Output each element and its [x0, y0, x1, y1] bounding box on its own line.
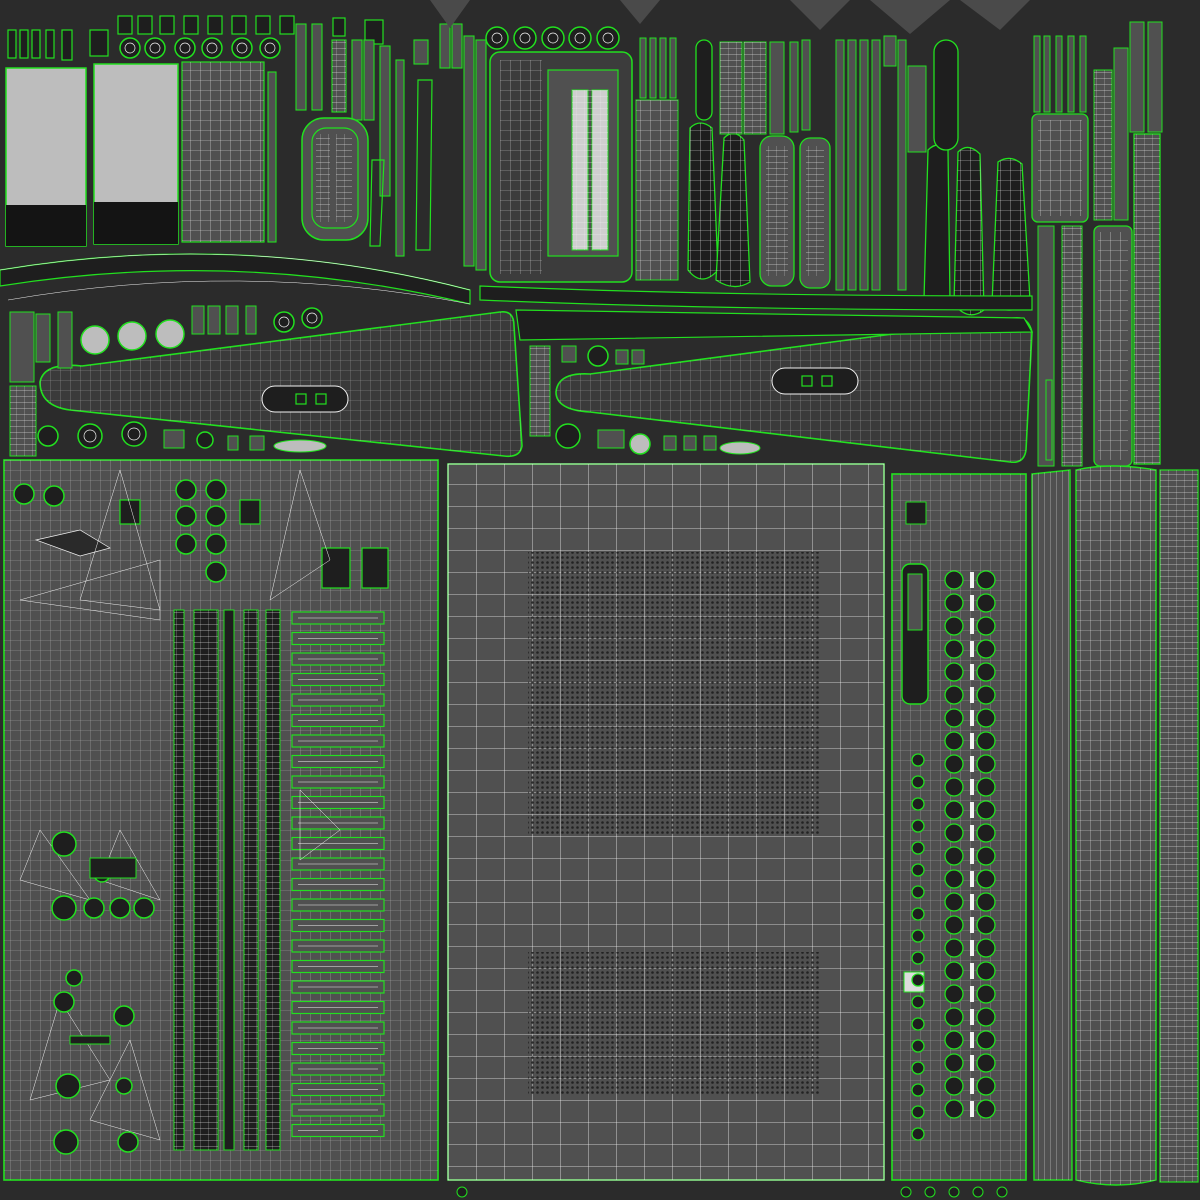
- knob-dot: [976, 823, 996, 843]
- knob-dot: [976, 846, 996, 866]
- knob-slot: [970, 595, 974, 611]
- knob-dot: [976, 593, 996, 613]
- knob-dot: [976, 800, 996, 820]
- knob-slot: [970, 687, 974, 703]
- knob-dot: [976, 662, 996, 682]
- knob-dot: [976, 869, 996, 889]
- knob-dot: [944, 938, 964, 958]
- knob-slot: [970, 756, 974, 772]
- small-knob-dot: [911, 973, 925, 987]
- knob-dot: [976, 1007, 996, 1027]
- knob-dot: [944, 708, 964, 728]
- knob-slot: [970, 871, 974, 887]
- knob-dot: [976, 984, 996, 1004]
- center-grille-panel: [447, 463, 885, 1181]
- uv-layout-canvas: [0, 0, 1200, 1200]
- knob-dot: [944, 869, 964, 889]
- small-knob-dot: [911, 841, 925, 855]
- knob-slot: [970, 894, 974, 910]
- knob-dot: [976, 685, 996, 705]
- knob-dot: [976, 892, 996, 912]
- knob-slot: [970, 940, 974, 956]
- knob-dot: [944, 685, 964, 705]
- grille-dots-lower: [528, 952, 820, 1096]
- knob-dot: [976, 1030, 996, 1050]
- knob-dot: [976, 1053, 996, 1073]
- knob-slot: [970, 963, 974, 979]
- knob-dot: [944, 915, 964, 935]
- knob-dot: [944, 984, 964, 1004]
- right-handle-slot: [771, 367, 859, 395]
- knob-slot: [970, 825, 974, 841]
- small-knob-dot: [911, 1083, 925, 1097]
- knob-slot: [970, 779, 974, 795]
- small-knob-dot: [911, 1039, 925, 1053]
- small-knob-dot: [911, 951, 925, 965]
- small-knob-dot: [911, 863, 925, 877]
- knob-dot: [976, 570, 996, 590]
- small-knob-dot: [911, 753, 925, 767]
- small-knob-dot: [911, 1105, 925, 1119]
- knob-slot: [970, 1009, 974, 1025]
- knob-dot: [976, 616, 996, 636]
- knob-dot: [944, 1030, 964, 1050]
- knob-slot: [970, 917, 974, 933]
- small-knob-dot: [911, 1127, 925, 1141]
- small-knob-dot: [911, 907, 925, 921]
- knob-dot: [944, 961, 964, 981]
- small-knob-dot: [911, 929, 925, 943]
- knob-dot: [944, 892, 964, 912]
- knob-dot: [944, 616, 964, 636]
- knob-dot: [976, 915, 996, 935]
- grille-dots-upper: [528, 552, 820, 836]
- knob-dot: [976, 639, 996, 659]
- knob-slot: [970, 618, 974, 634]
- knob-dot: [944, 777, 964, 797]
- knob-dot: [944, 570, 964, 590]
- knob-dot: [944, 800, 964, 820]
- knob-dot: [944, 1053, 964, 1073]
- knob-slot: [970, 710, 974, 726]
- knob-slot: [970, 1101, 974, 1117]
- knob-dot: [976, 938, 996, 958]
- knob-dot: [944, 754, 964, 774]
- knob-dot: [944, 593, 964, 613]
- knob-dot: [976, 754, 996, 774]
- knob-dot: [944, 639, 964, 659]
- small-knob-dot: [911, 885, 925, 899]
- knob-dot: [944, 846, 964, 866]
- knob-slot: [970, 572, 974, 588]
- small-knob-dot: [911, 1061, 925, 1075]
- knob-slot: [970, 802, 974, 818]
- knob-slot: [970, 733, 974, 749]
- knob-dot: [944, 1099, 964, 1119]
- knob-dot: [944, 662, 964, 682]
- small-knob-dot: [911, 775, 925, 789]
- right-column-panel: [891, 473, 1027, 1181]
- far-right-side-panel: [1031, 465, 1199, 1186]
- knob-dot: [944, 1007, 964, 1027]
- knob-slot: [970, 664, 974, 680]
- knob-dot: [976, 1099, 996, 1119]
- knob-dot: [944, 823, 964, 843]
- knob-slot: [970, 1032, 974, 1048]
- knob-dot: [976, 731, 996, 751]
- knob-dot: [944, 1076, 964, 1096]
- knob-dot: [976, 1076, 996, 1096]
- bottom-left-keyboard-panel: [3, 459, 439, 1181]
- small-knob-dot: [911, 995, 925, 1009]
- knob-dot: [976, 961, 996, 981]
- knob-slot: [970, 848, 974, 864]
- knob-dot: [976, 777, 996, 797]
- small-knob-dot: [911, 1017, 925, 1031]
- knob-slot: [970, 986, 974, 1002]
- knob-dot: [976, 708, 996, 728]
- knob-slot: [970, 1078, 974, 1094]
- small-knob-dot: [911, 819, 925, 833]
- knob-dot: [944, 731, 964, 751]
- small-knob-dot: [911, 797, 925, 811]
- knob-slot: [970, 1055, 974, 1071]
- knob-slot: [970, 641, 974, 657]
